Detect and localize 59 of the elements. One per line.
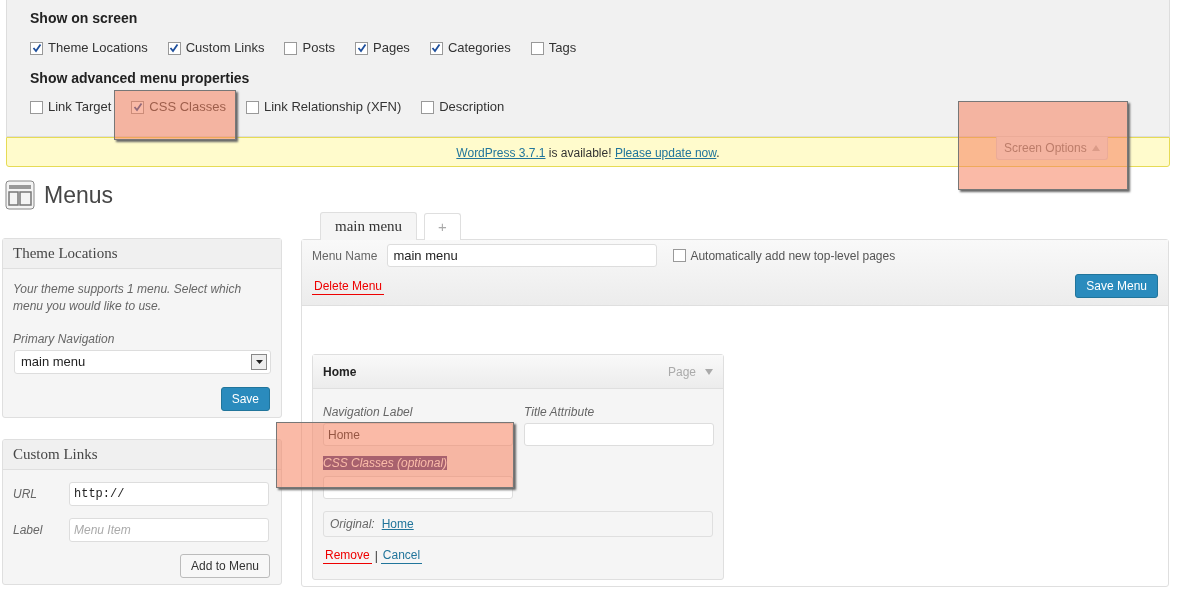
- field-label: URL: [13, 486, 38, 503]
- checkbox[interactable]: [284, 41, 298, 55]
- checkbox-label: Posts: [302, 39, 335, 58]
- checkbox-label: Automatically add new top-level pages: [690, 247, 896, 265]
- description-text: Your theme supports 1 menu. Select which menu you would like to use.: [13, 281, 243, 315]
- menus-icon: [5, 180, 35, 210]
- checkbox[interactable]: [131, 100, 145, 114]
- box-title: Theme Locations: [13, 244, 118, 264]
- section-heading: Show on screen: [30, 9, 139, 28]
- field-label: Primary Navigation: [13, 331, 116, 348]
- checkbox-label: Tags: [548, 39, 577, 58]
- page-title: Menus: [44, 180, 114, 210]
- checkbox-label: Description: [439, 98, 505, 117]
- checkbox-label: Link Target: [48, 98, 112, 117]
- checkbox[interactable]: [167, 41, 181, 55]
- checkbox[interactable]: [30, 41, 43, 55]
- remove-link[interactable]: Remove: [323, 547, 372, 564]
- expand-arrow-icon[interactable]: [705, 368, 713, 375]
- checkbox[interactable]: [530, 41, 544, 55]
- label-field[interactable]: Menu Item: [69, 518, 269, 542]
- checkbox-label: Categories: [447, 39, 511, 58]
- version-link[interactable]: WordPress 3.7.1: [456, 146, 546, 160]
- field-label: Navigation Label: [323, 404, 414, 421]
- checkbox-label: CSS Classes: [149, 98, 226, 117]
- navigation-label-field[interactable]: Home: [323, 423, 513, 446]
- link-separator: |: [374, 547, 378, 565]
- original-label: Original:: [330, 515, 375, 533]
- menu-select[interactable]: main menu: [14, 350, 271, 374]
- menu-name-field[interactable]: main menu: [387, 244, 658, 267]
- menu-tab[interactable]: main menu: [320, 212, 418, 240]
- caret-icon: [1091, 145, 1100, 151]
- original-link[interactable]: Home: [381, 514, 414, 533]
- title-attribute-field[interactable]: [524, 423, 714, 446]
- section-heading: Show advanced menu properties: [30, 69, 251, 88]
- field-label: Title Attribute: [524, 404, 596, 421]
- checkbox[interactable]: [30, 100, 43, 114]
- field-label: Label: [13, 522, 44, 539]
- cancel-link[interactable]: Cancel: [380, 547, 423, 564]
- checkbox-label: Pages: [373, 39, 410, 58]
- checkbox[interactable]: [429, 41, 443, 55]
- checkbox[interactable]: [421, 100, 435, 114]
- box-title: Custom Links: [13, 445, 98, 465]
- save-button[interactable]: Save: [220, 387, 270, 411]
- menu-item-title: Home: [323, 363, 357, 381]
- field-label: CSS Classes (optional): [323, 456, 448, 470]
- update-notice: WordPress 3.7.1 is available! Please update now.: [456, 145, 720, 162]
- checkbox-label: Custom Links: [185, 39, 265, 58]
- save-menu-button[interactable]: Save Menu: [1075, 274, 1158, 298]
- checkbox[interactable]: [355, 41, 368, 55]
- checkbox[interactable]: [245, 100, 259, 114]
- checkbox[interactable]: [673, 249, 687, 262]
- checkbox-label: Link Relationship (XFN): [263, 98, 402, 117]
- checkbox-label: Theme Locations: [48, 39, 148, 58]
- css-classes-field[interactable]: [323, 476, 513, 499]
- field-label: Menu Name: [312, 247, 378, 265]
- add-to-menu-button[interactable]: Add to Menu: [179, 554, 270, 578]
- delete-menu-link[interactable]: Delete Menu: [312, 277, 385, 295]
- item-type-label: Page: [667, 363, 696, 381]
- url-field[interactable]: http://: [69, 482, 269, 506]
